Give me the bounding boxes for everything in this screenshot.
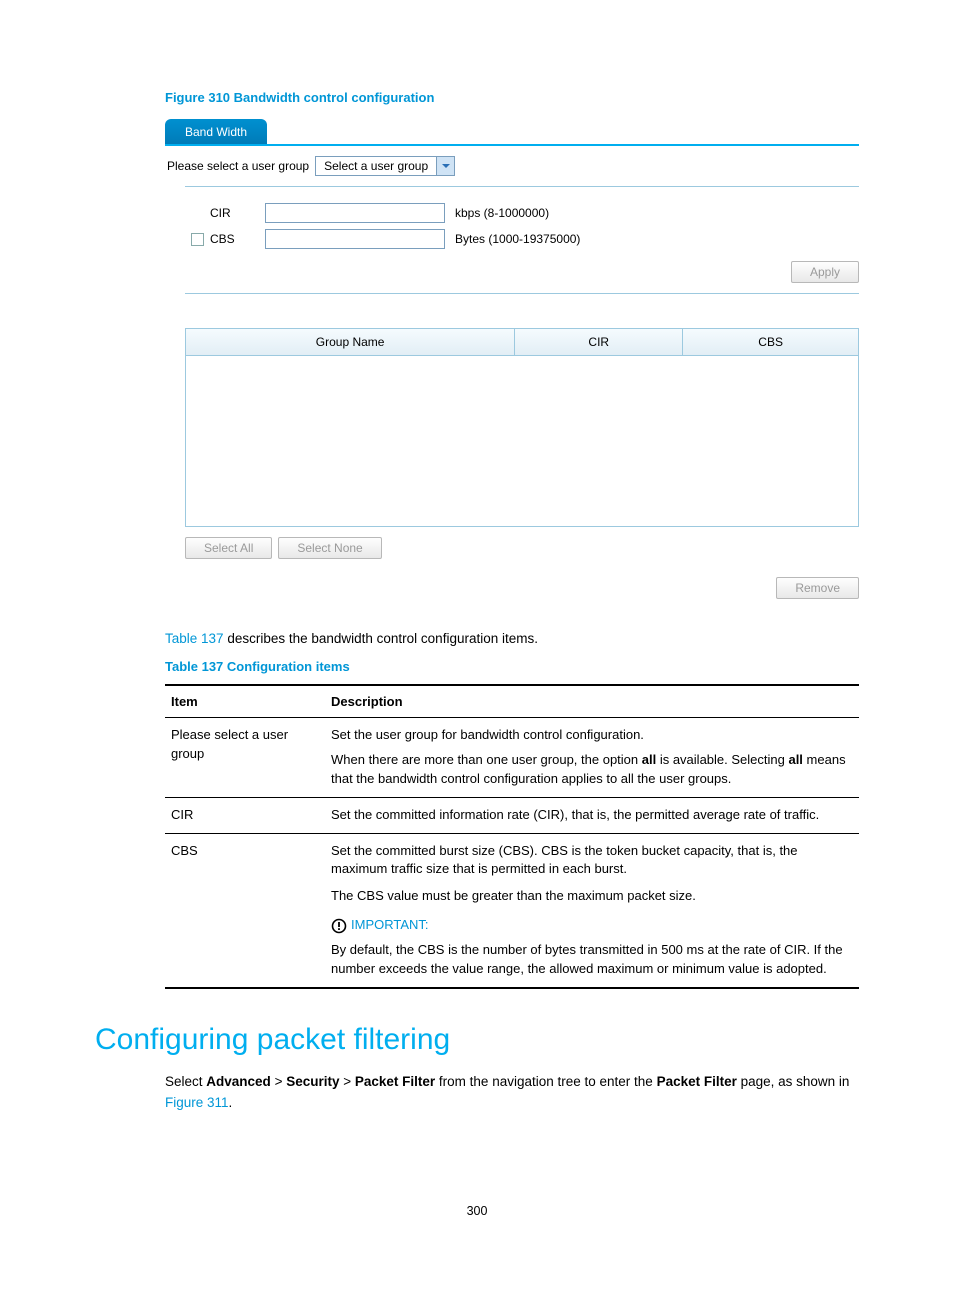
config-items-table: Item Description Please select a user gr… (165, 684, 859, 988)
cir-label: CIR (210, 206, 231, 220)
cbs-row: CBS Bytes (1000-19375000) (185, 229, 859, 249)
group-list-header: Group Name CIR CBS (186, 329, 858, 356)
user-group-select[interactable]: Select a user group (315, 156, 455, 176)
apply-button[interactable]: Apply (791, 261, 859, 283)
figure-ref-link[interactable]: Figure 311 (165, 1095, 229, 1110)
table-row: Please select a user group Set the user … (165, 718, 859, 798)
table-row: CIR Set the committed information rate (… (165, 797, 859, 833)
desc-cell: Set the user group for bandwidth control… (325, 718, 859, 798)
remove-button[interactable]: Remove (776, 577, 859, 599)
col-cbs: CBS (683, 329, 858, 355)
select-all-button[interactable]: Select All (185, 537, 272, 559)
item-cell: Please select a user group (165, 718, 325, 798)
select-none-button[interactable]: Select None (278, 537, 381, 559)
cir-row: CIR kbps (8-1000000) (185, 203, 859, 223)
chevron-down-icon (436, 157, 454, 175)
page-number: 300 (95, 1204, 859, 1218)
user-group-select-value: Select a user group (316, 159, 436, 173)
table-ref-link[interactable]: Table 137 (165, 631, 224, 646)
table-row: CBS Set the committed burst size (CBS). … (165, 833, 859, 988)
th-description: Description (325, 685, 859, 718)
table-caption: Table 137 Configuration items (165, 659, 859, 674)
bandwidth-form-panel: CIR kbps (8-1000000) CBS Bytes (1000-193… (185, 186, 859, 300)
cir-input[interactable] (265, 203, 445, 223)
user-group-label: Please select a user group (167, 159, 309, 173)
important-icon (331, 918, 347, 934)
section-heading: Configuring packet filtering (95, 1023, 859, 1057)
th-item: Item (165, 685, 325, 718)
nav-instruction: Select Advanced > Security > Packet Filt… (165, 1071, 859, 1114)
cbs-unit: Bytes (1000-19375000) (455, 232, 580, 246)
user-group-row: Please select a user group Select a user… (165, 146, 859, 186)
table-intro-paragraph: Table 137 describes the bandwidth contro… (165, 629, 859, 649)
tab-bar: Band Width (165, 119, 859, 146)
item-cell: CIR (165, 797, 325, 833)
item-cell: CBS (165, 833, 325, 988)
cir-unit: kbps (8-1000000) (455, 206, 549, 220)
desc-cell: Set the committed information rate (CIR)… (325, 797, 859, 833)
tab-bandwidth[interactable]: Band Width (165, 119, 267, 144)
col-group-name: Group Name (186, 329, 515, 355)
group-list-table: Group Name CIR CBS (185, 328, 859, 527)
desc-cell: Set the committed burst size (CBS). CBS … (325, 833, 859, 988)
important-callout: IMPORTANT: (331, 916, 853, 935)
screenshot-bandwidth-config: Band Width Please select a user group Se… (165, 119, 859, 599)
cbs-input[interactable] (265, 229, 445, 249)
figure-caption: Figure 310 Bandwidth control configurati… (165, 90, 859, 105)
cbs-label: CBS (210, 232, 235, 246)
group-list-body (186, 356, 858, 526)
col-cir: CIR (515, 329, 683, 355)
cbs-checkbox[interactable] (191, 233, 204, 246)
